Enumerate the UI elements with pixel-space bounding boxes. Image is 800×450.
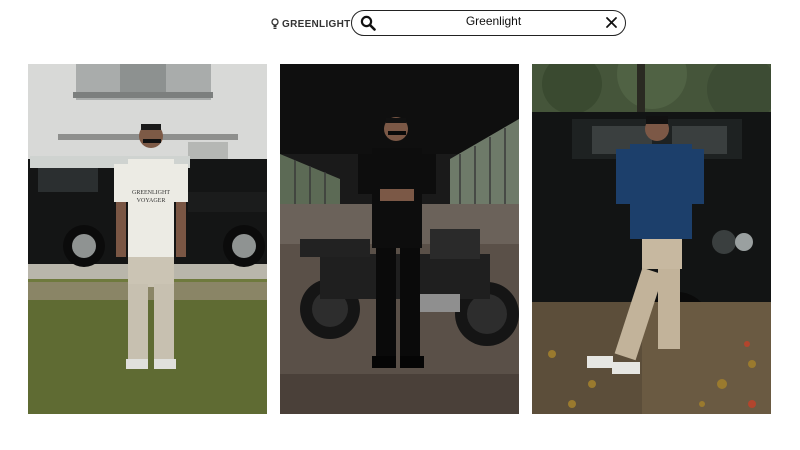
svg-text:VOYAGER: VOYAGER <box>137 198 166 204</box>
svg-text:GREENLIGHT: GREENLIGHT <box>132 190 170 196</box>
result-image-3[interactable] <box>532 64 771 414</box>
search-icon[interactable] <box>360 15 376 31</box>
brand-name: GREENLIGHT <box>282 18 351 30</box>
image-results-grid: GREENLIGHT VOYAGER <box>28 64 772 414</box>
close-icon[interactable] <box>605 16 618 29</box>
search-bar[interactable]: Greenlight <box>351 10 626 36</box>
search-input[interactable]: Greenlight <box>392 14 595 28</box>
bulb-icon <box>271 18 279 29</box>
brand-logo[interactable]: GREENLIGHT <box>271 17 351 31</box>
result-image-1[interactable]: GREENLIGHT VOYAGER <box>28 64 267 414</box>
result-image-2[interactable] <box>280 64 519 414</box>
header: GREENLIGHT Greenlight <box>0 0 800 50</box>
